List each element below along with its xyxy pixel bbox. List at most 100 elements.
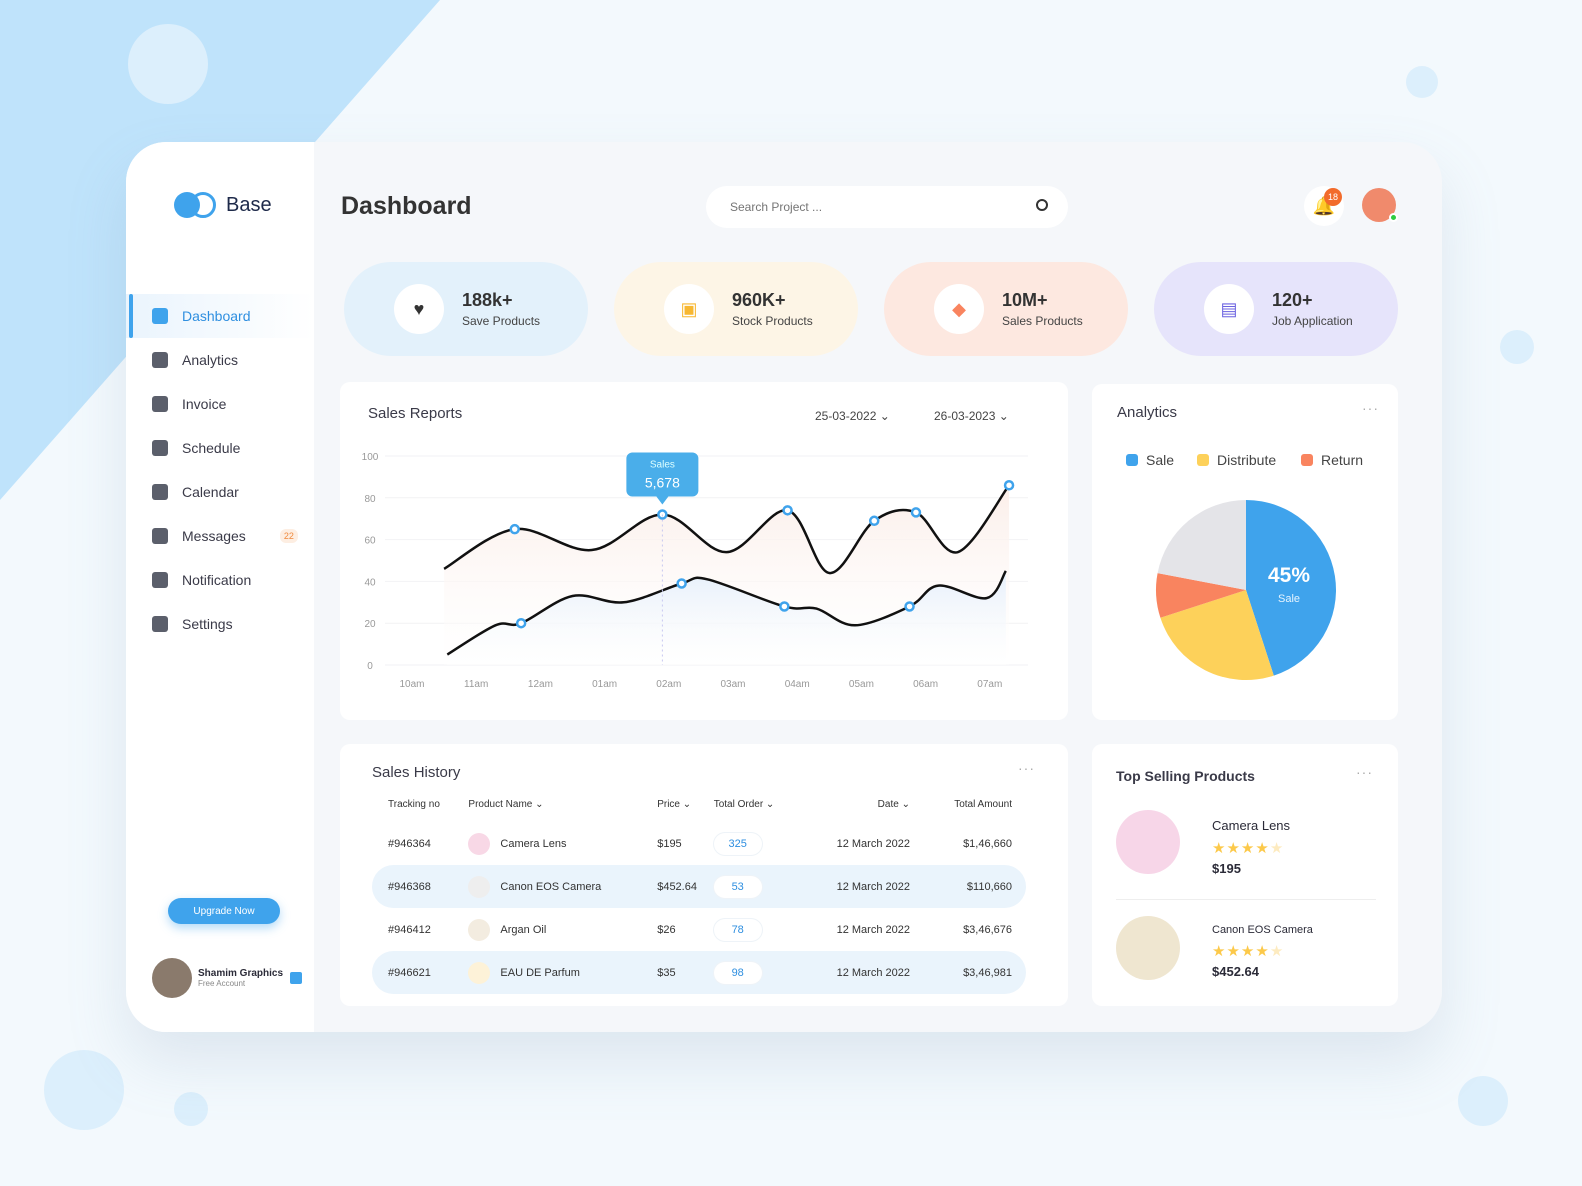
table-row[interactable]: #946621 EAU DE Parfum $35 98 12 March 2022 $3… <box>372 951 1026 994</box>
more-icon[interactable]: ··· <box>1356 764 1373 780</box>
x-tick-label: 04am <box>785 679 810 690</box>
more-icon[interactable]: ··· <box>1362 400 1379 416</box>
product-thumbnail <box>468 832 491 855</box>
legend-item[interactable]: Sale <box>1126 452 1174 468</box>
tracking-no: #946368 <box>372 865 469 908</box>
sidebar-item-messages[interactable]: Messages 22 <box>126 514 314 558</box>
brand-name: Base <box>226 193 272 216</box>
bg-bubble <box>1406 66 1438 98</box>
search-input[interactable] <box>706 186 1068 228</box>
stat-card[interactable]: ▤ 120+ Job Application <box>1154 262 1398 356</box>
column-header[interactable]: Product Name ⌄ <box>468 786 657 822</box>
stat-label: Save Products <box>462 314 541 328</box>
bg-bubble <box>174 1092 208 1126</box>
schedule-icon <box>152 440 168 456</box>
sidebar-item-label: Settings <box>182 616 233 632</box>
rating-stars: ★★★★★ <box>1212 839 1290 857</box>
product-price: $452.64 <box>1212 964 1259 979</box>
column-header[interactable]: Total Order ⌄ <box>714 786 800 822</box>
messages-badge: 22 <box>279 529 298 543</box>
notification-badge: 18 <box>1324 188 1342 206</box>
sales-history-card: Sales History ··· Tracking no Product Nam… <box>340 744 1068 1006</box>
sidebar-item-notification[interactable]: Notification <box>126 558 314 602</box>
sidebar: Base Dashboard Analytics Invoice Schedule Ca… <box>126 142 314 1032</box>
star-icon: ★ <box>1269 943 1285 960</box>
stat-label: Job Application <box>1272 314 1353 328</box>
online-status <box>1389 213 1398 222</box>
legend-item[interactable]: Distribute <box>1197 452 1276 468</box>
legend-label: Distribute <box>1217 452 1277 468</box>
logo-icon <box>174 192 200 218</box>
top-product-item[interactable]: Canon EOS Camera ★★★★★ $452.64 <box>1116 916 1313 980</box>
date: 12 March 2022 <box>799 951 924 994</box>
stat-card[interactable]: ♥ 188k+ Save Products <box>344 262 588 356</box>
column-header[interactable]: Date ⌄ <box>800 786 924 822</box>
heart-icon: ♥ <box>413 298 425 319</box>
product-name: Camera Lens <box>1212 818 1291 833</box>
date: 12 March 2022 <box>836 837 910 850</box>
table-row[interactable]: #946412 Argan Oil $26 78 12 March 2022 $3,46,… <box>372 908 1026 951</box>
tooltip-value: 5,678 <box>645 475 680 491</box>
sidebar-item-calendar[interactable]: Calendar <box>126 470 314 514</box>
sidebar-item-schedule[interactable]: Schedule <box>126 426 314 470</box>
table-row[interactable]: #946368 Canon EOS Camera $452.64 53 12 March… <box>372 865 1026 908</box>
x-tick-label: 03am <box>720 679 745 690</box>
product-name: Canon EOS Camera <box>1212 924 1313 936</box>
sidebar-item-analytics[interactable]: Analytics <box>126 338 314 382</box>
user-profile[interactable]: Shamim Graphics Free Account <box>152 958 283 998</box>
data-point <box>676 578 687 589</box>
legend-swatch <box>1126 454 1138 466</box>
bar-chart-icon <box>152 352 168 368</box>
sidebar-item-invoice[interactable]: Invoice <box>126 382 314 426</box>
sidebar-item-label: Dashboard <box>182 308 251 324</box>
data-point <box>515 617 527 629</box>
sidebar-item-label: Notification <box>182 572 252 588</box>
legend-swatch <box>1197 454 1209 466</box>
total-amount: $3,46,676 <box>963 923 1012 936</box>
stat-card[interactable]: ◆ 10M+ Sales Products <box>884 262 1128 356</box>
column-header: Total Amount <box>954 798 1012 810</box>
price: $26 <box>657 923 676 936</box>
x-tick-label: 05am <box>849 679 874 690</box>
data-point <box>910 507 922 518</box>
star-icon: ★ <box>1255 943 1270 960</box>
column-header[interactable]: Price ⌄ <box>657 786 713 822</box>
product-price: $195 <box>1212 861 1241 876</box>
tracking-no: #946412 <box>388 923 431 936</box>
x-tick-label: 01am <box>592 679 617 690</box>
sidebar-item-settings[interactable]: Settings <box>126 602 314 646</box>
top-product-item[interactable]: Camera Lens ★★★★★ $195 <box>1116 810 1290 876</box>
product-image <box>1116 810 1180 874</box>
product-name: Argan Oil <box>500 923 547 936</box>
stat-label: Stock Products <box>732 314 813 328</box>
legend-swatch <box>1301 454 1313 466</box>
sidebar-item-dashboard[interactable]: Dashboard <box>126 294 314 338</box>
product-name: EAU DE Parfum <box>500 966 580 979</box>
upgrade-button[interactable]: Upgrade Now <box>168 898 280 924</box>
legend-item[interactable]: Return <box>1301 452 1363 468</box>
star-icon: ★ <box>1240 840 1256 857</box>
bg-bubble <box>1500 330 1534 364</box>
logo[interactable]: Base <box>174 192 272 218</box>
card-title: Analytics <box>1117 404 1178 421</box>
product-image <box>1116 916 1180 980</box>
sales-history-table: Tracking no Product Name ⌄ Price ⌄ Total Or… <box>372 786 1026 994</box>
logout-icon[interactable] <box>290 972 302 984</box>
star-icon: ★ <box>1212 840 1227 857</box>
star-icon: ★ <box>1226 840 1241 857</box>
stat-value: 10M+ <box>1002 290 1048 310</box>
divider <box>1116 899 1376 900</box>
table-row[interactable]: #946364 Camera Lens $195 325 12 March 2022 $1… <box>372 822 1026 865</box>
x-tick-label: 12am <box>528 679 553 690</box>
product-thumbnail <box>468 918 491 941</box>
stat-card[interactable]: ▣ 960K+ Stock Products <box>614 262 858 356</box>
total-amount: $110,660 <box>923 865 1026 908</box>
search-icon[interactable] <box>1036 199 1048 211</box>
more-icon[interactable]: ··· <box>1018 760 1035 776</box>
star-icon: ★ <box>1255 840 1270 857</box>
user-name: Shamim Graphics <box>198 968 284 979</box>
order-count: 78 <box>713 918 762 941</box>
data-point <box>779 601 790 612</box>
product-name: Canon EOS Camera <box>500 880 602 893</box>
product-name: Camera Lens <box>500 837 567 850</box>
